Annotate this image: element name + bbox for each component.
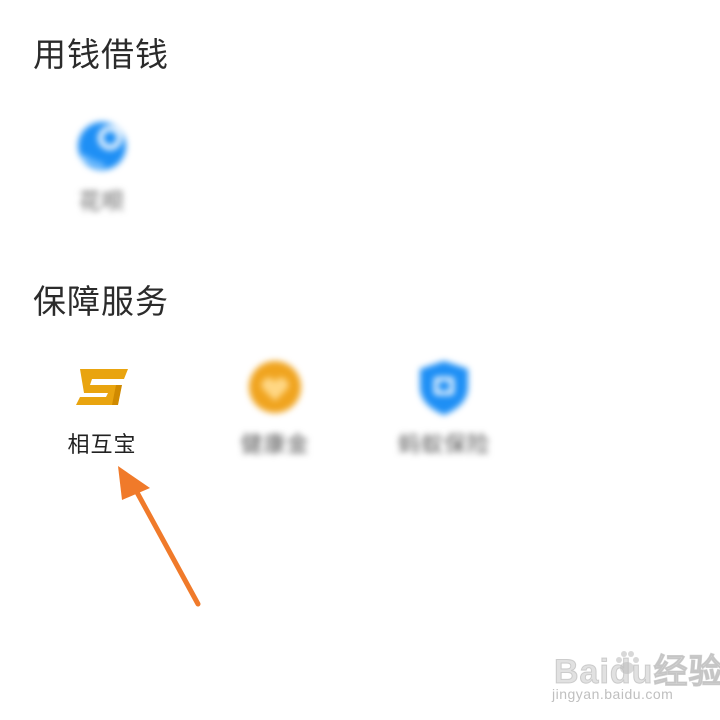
service-label: 花呗 <box>78 190 125 215</box>
service-tile-ant-insurance[interactable]: 蚂蚁保险 <box>369 355 519 475</box>
baidu-paw-icon <box>616 651 639 674</box>
service-tile-huabei[interactable]: 花呗 <box>27 112 177 232</box>
health-fund-icon <box>249 361 301 413</box>
section-title-borrow: 用钱借钱 <box>33 35 169 74</box>
huabei-icon <box>78 122 126 170</box>
service-label: 蚂蚁保险 <box>397 433 490 458</box>
xianghubao-logo-icon <box>76 369 128 405</box>
section-title-protection: 保障服务 <box>33 282 169 321</box>
baidu-jingyan-watermark: Baidu经验 jingyan.baidu.com <box>548 640 720 710</box>
service-label: 相互宝 <box>67 433 137 458</box>
shield-icon <box>420 361 468 415</box>
service-label: 健康金 <box>240 433 310 458</box>
service-tile-health-fund[interactable]: 健康金 <box>200 355 350 475</box>
watermark-url: jingyan.baidu.com <box>552 686 674 702</box>
service-tile-xianghubao[interactable]: 相互宝 <box>27 355 177 475</box>
